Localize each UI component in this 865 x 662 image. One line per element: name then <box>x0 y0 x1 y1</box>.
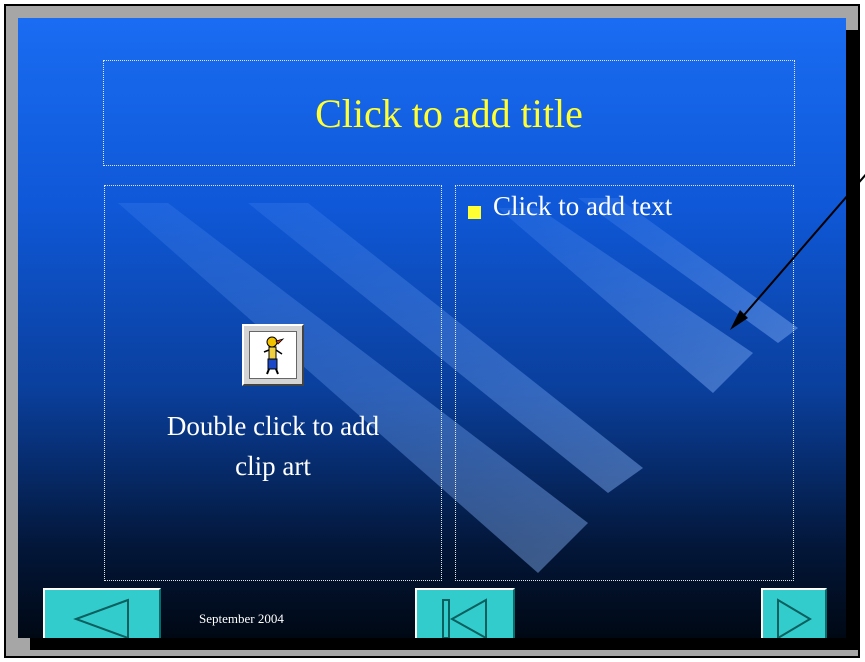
annotation-arrow <box>730 173 865 330</box>
